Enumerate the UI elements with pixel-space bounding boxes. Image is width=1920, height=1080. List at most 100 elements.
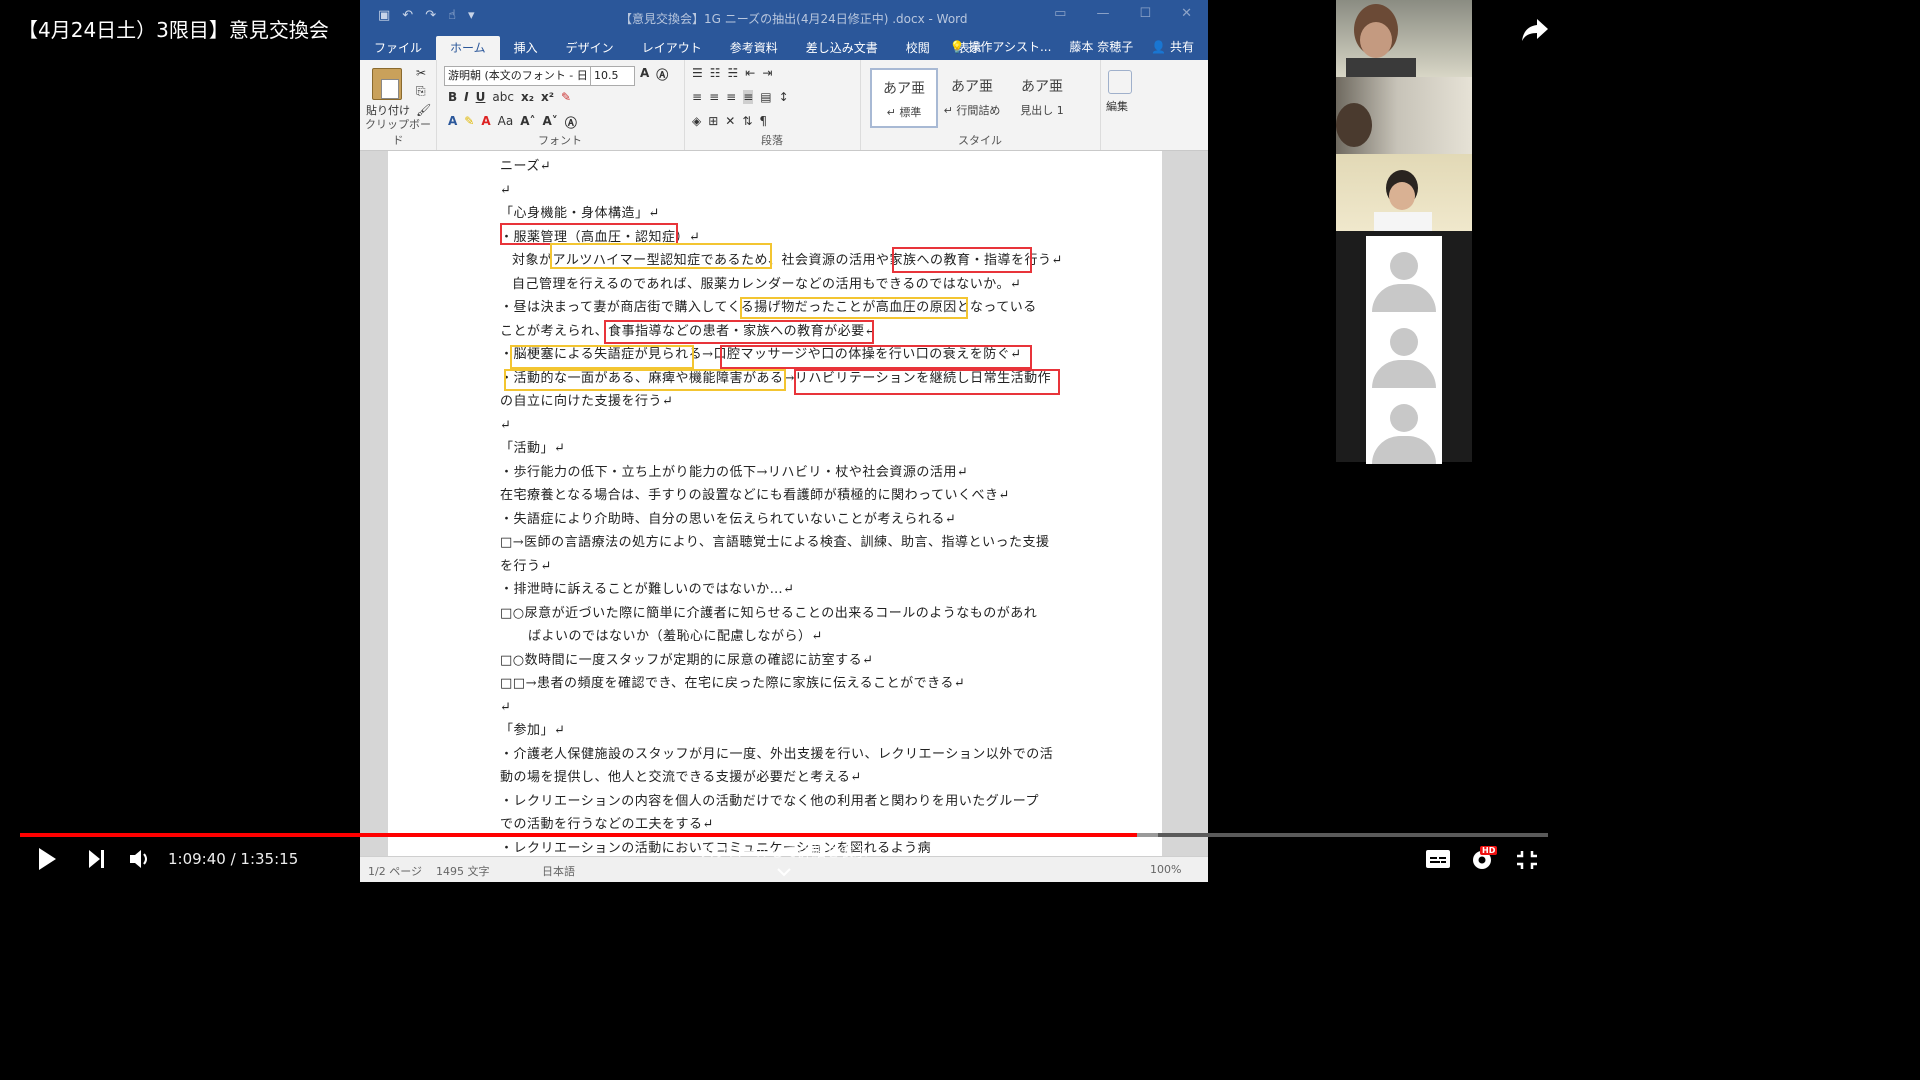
distributed-icon[interactable]: ▤ [760,90,771,104]
font-label: フォント [538,134,582,147]
touch-mode-icon[interactable]: ☝ [448,8,456,23]
show-marks-icon[interactable]: ¶ [759,114,767,128]
hd-badge: HD [1480,846,1498,855]
tab-home[interactable]: ホーム [436,36,500,60]
subscript-button[interactable]: x₂ [521,90,534,104]
share-label: 共有 [1169,40,1194,54]
share-button[interactable]: 👤 共有 [1151,38,1194,55]
sort-icon[interactable]: ⇅ [742,114,752,128]
document-line[interactable]: 「参加」↵ [500,719,1070,743]
justify-icon[interactable]: ≡ [743,90,754,104]
close-icon[interactable]: ✕ [1181,6,1192,21]
multilevel-list-icon[interactable]: ☵ [728,66,739,80]
document-line[interactable]: □→医師の言語療法の処方により、言語聴覚士による検査、訓練、助言、指導といった支… [500,531,1070,555]
next-icon[interactable] [86,846,108,876]
clear-format-icon[interactable]: Ⓐ [656,66,668,83]
word-window: ▣ ↶ ↷ ☝ ▾ 【意見交換会】1G ニーズの抽出(4月24日修正中) .do… [360,0,1208,882]
numbering-icon[interactable]: ☷ [710,66,721,80]
document-area[interactable]: ニーズ↵ ↵ 「心身機能・身体構造」↵ ・服薬管理（高血圧・認知症）↵ 対象がアルツハイ… [360,151,1208,857]
cut-icon[interactable]: ✂ [416,66,431,80]
format-painter-icon[interactable]: 🖌 [416,103,431,117]
underline-button[interactable]: U [476,90,486,104]
document-line[interactable]: 在宅療養となる場合は、手すりの設置などにも看護師が積極的に関わっていくべき↵ [500,484,1070,508]
tab-mailings[interactable]: 差し込み文書 [792,36,892,60]
align-center-icon[interactable]: ≡ [709,90,719,104]
document-line[interactable]: 「心身機能・身体構造」↵ [500,202,1070,226]
document-line[interactable]: ↵ [500,696,1070,720]
document-line[interactable]: ↵ [500,179,1070,203]
user-name: 藤本 奈穂子 [1069,40,1134,54]
redo-icon[interactable]: ↷ [425,8,436,23]
document-title: 【意見交換会】1G ニーズの抽出(4月24日修正中) .docx - Word [620,12,968,26]
document-line[interactable]: □○数時間に一度スタッフが定期的に尿意の確認に訪室する↵ [500,649,1070,673]
document-line[interactable]: を行う↵ [500,555,1070,579]
tab-review[interactable]: 校閲 [892,36,944,60]
align-right-icon[interactable]: ≡ [726,90,736,104]
save-icon[interactable]: ▣ [378,8,390,23]
paste-icon[interactable] [372,68,402,100]
document-line[interactable]: ニーズ↵ [500,155,1070,179]
tab-file[interactable]: ファイル [360,36,436,60]
document-line[interactable]: ・介護老人保健施設のスタッフが月に一度、外出支援を行い、レクリエーション以外での… [500,743,1070,767]
strikethrough-button[interactable]: abc [492,90,514,104]
editing-label[interactable]: 編集 [1106,98,1128,114]
font-size-select[interactable]: 10.5 [590,66,635,86]
document-line[interactable]: ・レクリエーションの内容を個人の活動だけでなく他の利用者と関わりを用いたグループ [500,790,1070,814]
text-highlight-icon[interactable]: ✎ [561,90,571,104]
share-icon[interactable] [1520,16,1550,44]
tab-insert[interactable]: 挿入 [500,36,552,60]
style-normal[interactable]: あア亜 ↵ 標準 [870,68,938,128]
document-line[interactable]: ばよいのではないか（羞恥心に配慮しながら）↵ [500,625,1070,649]
document-line[interactable]: □○尿意が近づいた際に簡単に介護者に知らせることの出来るコールのようなものがあれ [500,602,1070,626]
borders-icon[interactable]: ⊞ [708,114,718,128]
asian-layout-icon[interactable]: ✕ [725,114,735,128]
document-page[interactable]: ニーズ↵ ↵ 「心身機能・身体構造」↵ ・服薬管理（高血圧・認知症）↵ 対象がアルツハイ… [388,151,1162,857]
change-case-icon[interactable]: Aa [498,114,514,131]
shading-icon[interactable]: ◈ [692,114,701,128]
bullets-icon[interactable]: ☰ [692,66,703,80]
bold-button[interactable]: B [448,90,457,104]
play-icon[interactable] [36,846,58,876]
fullscreen-exit-icon[interactable] [1516,850,1538,874]
find-icon[interactable] [1108,70,1132,94]
tell-me-box[interactable]: 💡 操作アシスト... [950,38,1052,55]
font-size-decrease-icon[interactable]: A˅ [543,114,558,131]
align-left-icon[interactable]: ≡ [692,90,702,104]
document-line[interactable]: □□→患者の頻度を確認でき、在宅に戻った際に家族に伝えることができる↵ [500,672,1070,696]
ribbon-display-icon[interactable]: ▭ [1054,6,1066,21]
italic-button[interactable]: I [464,90,468,104]
tab-references[interactable]: 参考資料 [716,36,792,60]
undo-icon[interactable]: ↶ [402,8,413,23]
style-no-spacing[interactable]: あア亜 ↵ 行間詰め [940,68,1004,124]
document-line[interactable]: 「活動」↵ [500,437,1070,461]
window-controls: ▭ — ☐ ✕ [1054,6,1192,21]
font-color-icon[interactable]: A [481,114,490,131]
customize-qat-icon[interactable]: ▾ [468,8,475,23]
font-size-increase-icon[interactable]: A˄ [520,114,535,131]
document-line[interactable]: ↵ [500,414,1070,438]
font-name-select[interactable]: 游明朝 (本文のフォント - 日 [444,66,591,86]
decrease-indent-icon[interactable]: ⇤ [745,66,755,80]
settings-icon[interactable]: HD [1470,846,1498,876]
document-line[interactable]: 動の場を提供し、他人と交流できる支援が必要だと考える↵ [500,766,1070,790]
maximize-icon[interactable]: ☐ [1139,6,1151,21]
font-grow-icon[interactable]: A [640,66,649,83]
document-line[interactable]: ・失語症により介助時、自分の思いを伝えられていないことが考えられる↵ [500,508,1070,532]
superscript-button[interactable]: x² [541,90,554,104]
increase-indent-icon[interactable]: ⇥ [762,66,772,80]
document-line[interactable]: ・歩行能力の低下・立ち上がり能力の低下→リハビリ・杖や社会資源の活用↵ [500,461,1070,485]
text-effects-icon[interactable]: A [448,114,457,131]
line-spacing-icon[interactable]: ↕ [779,90,789,104]
style-heading-1[interactable]: あア亜 見出し 1 [1010,68,1074,124]
captions-icon[interactable] [1426,850,1450,872]
copy-icon[interactable]: ⎘ [416,84,431,99]
document-line[interactable]: 自己管理を行えるのであれば、服薬カレンダーなどの活用もできるのではないか。↵ [500,273,1070,297]
tab-design[interactable]: デザイン [552,36,628,60]
character-shading-icon[interactable]: Ⓐ [565,114,577,131]
highlight-color-icon[interactable]: ✎ [464,114,474,131]
progress-bar[interactable] [20,833,1548,837]
document-line[interactable]: ・排泄時に訴えることが難しいのではないか…↵ [500,578,1070,602]
tab-layout[interactable]: レイアウト [628,36,716,60]
volume-icon[interactable] [128,846,152,876]
minimize-icon[interactable]: — [1096,6,1109,21]
